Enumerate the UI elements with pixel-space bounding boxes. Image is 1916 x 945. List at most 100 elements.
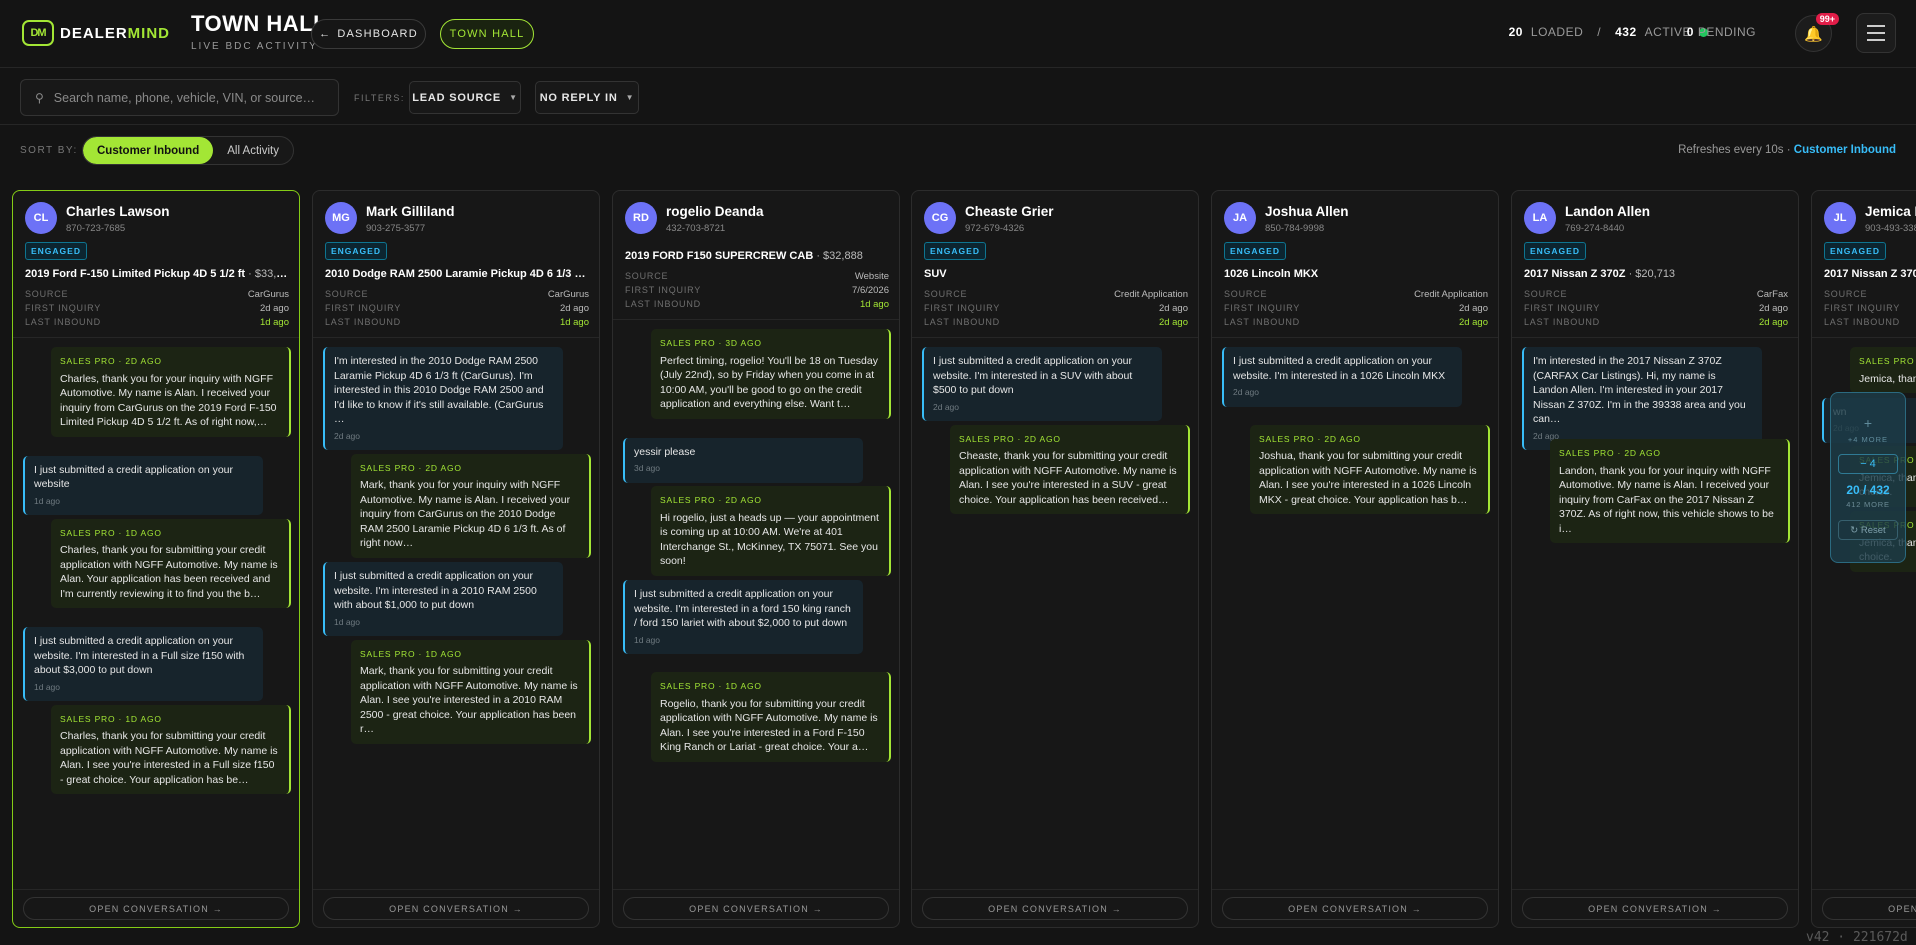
lead-card[interactable]: MG Mark Gilliland 903-275-3577 ENGAGED 2010 … [312,190,600,928]
search-input[interactable] [53,90,324,105]
customer-name[interactable]: rogelio Deanda [666,204,764,219]
message-text: I just submitted a credit application on… [1233,355,1446,382]
lead-card[interactable]: LA Landon Allen 769-274-8440 ENGAGED 2017 Ni… [1511,190,1799,928]
card-divider [313,337,599,338]
brand-logo[interactable]: DM DEALERMIND [22,18,170,48]
message-text: Jemica, thanl [1859,372,1916,385]
message-tag: SALES PRO · 3D [1859,356,1916,366]
open-conversation-button[interactable]: OPEN CONVERSATION → [1222,897,1488,920]
customer-phone: 903-493-338 [1865,223,1916,234]
customer-name[interactable]: Landon Allen [1565,204,1650,219]
lead-card[interactable]: JA Joshua Allen 850-784-9998 ENGAGED 1026 Li… [1211,190,1499,928]
dashboard-button[interactable]: ← DASHBOARD [311,19,426,49]
avatar: RD [625,202,657,234]
customer-phone: 903-275-3577 [366,223,426,234]
outbound-message: SALES PRO · 3D Jemica, thanl [1850,347,1916,393]
inbound-message: yessir please 3d ago [623,437,863,483]
card-footer: OPEN CONVERSATION → [313,889,599,927]
outbound-message: SALES PRO · 2D AGO Joshua, thank you for … [1250,424,1490,514]
no-reply-dropdown[interactable]: NO REPLY IN ▼ [535,81,639,114]
message-text: Rogelio, thank you for submitting your c… [660,697,878,754]
lead-card[interactable]: RD rogelio Deanda 432-703-8721 2019 FORD F1… [612,190,900,928]
first-inquiry-row: FIRST INQUIRY 2d ago [325,303,589,314]
search-box[interactable]: ⚲ [20,79,339,116]
notification-badge: 99+ [1815,13,1839,25]
status-badge: ENGAGED [325,242,387,260]
lead-card[interactable]: CL Charles Lawson 870-723-7685 ENGAGED 2019 … [12,190,300,928]
open-conversation-button[interactable]: OPEN CONVERSATION → [922,897,1188,920]
card-footer: OPEN CONVERSATION → [613,889,899,927]
vehicle-title: 2017 Nissan Z 370Z · $20,713 [1524,268,1676,280]
first-inquiry-row: FIRST INQUIRY [1824,303,1901,313]
card-footer: OPEN CONVERSATION → [13,889,299,927]
brand-name: DEALERMIND [60,24,170,42]
source-row: SOURCE CarGurus [325,289,589,300]
more-top-label: +4 MORE [1847,435,1889,444]
reset-button[interactable]: ↻ Reset [1838,520,1898,540]
open-conversation-button[interactable]: OPEN CONVERSATION → [23,897,289,920]
pending-stat: 0 PENDING [1686,25,1756,39]
last-inbound-row: LAST INBOUND 1d ago [625,299,889,310]
outbound-message: SALES PRO · 1D AGO Rogelio, thank you for… [651,672,891,762]
top-header: DM DEALERMIND TOWN HALL LIVE BDC ACTIVIT… [0,0,1916,68]
customer-name[interactable]: Cheaste Grier [965,204,1054,219]
outbound-message: SALES PRO · 2D AGO Charles, thank you for… [51,347,291,437]
card-footer: OPEN CONVERSATION → [912,889,1198,927]
customer-name[interactable]: Jemica L [1865,204,1916,219]
open-conversation-button[interactable]: OPEN CONVERSATION → [323,897,589,920]
sort-all-activity[interactable]: All Activity [213,137,293,164]
open-conversation-button[interactable]: OPEN CONVERSATION → [623,897,889,920]
inbound-message: I just submitted a credit application on… [23,455,263,515]
load-stats: 20 LOADED / 432 ACTIVE [1509,25,1708,39]
avatar: JL [1824,202,1856,234]
card-footer: OPEN CONVERSATION → [1512,889,1798,927]
avatar: CL [25,202,57,234]
sort-label: SORT BY: [20,145,78,156]
message-tag: SALES PRO · 2D AGO [360,462,462,473]
open-conversation-button[interactable]: OPEN CONVERSATION → [1822,897,1916,920]
source-row: SOURCE [1824,289,1868,299]
avatar: MG [325,202,357,234]
title-block: TOWN HALL LIVE BDC ACTIVITY [191,11,327,52]
sort-bar: SORT BY: Customer Inbound All Activity R… [0,126,1916,174]
first-inquiry-row: FIRST INQUIRY 2d ago [924,303,1188,314]
load-more-top-button[interactable]: + [1864,415,1872,431]
menu-button[interactable] [1856,13,1896,53]
lead-card[interactable]: CG Cheaste Grier 972-679-4326 ENGAGED SUV SOU… [911,190,1199,928]
message-text: Landon, thank you for your inquiry with … [1559,464,1774,535]
status-badge: ENGAGED [924,242,986,260]
notifications-button[interactable]: 🔔 99+ [1795,13,1839,52]
customer-name[interactable]: Charles Lawson [66,204,170,219]
sort-customer-inbound[interactable]: Customer Inbound [83,137,214,164]
card-divider [1512,337,1798,338]
customer-name[interactable]: Joshua Allen [1265,204,1349,219]
logo-mark-icon: DM [22,20,54,46]
chevron-down-icon: ▼ [509,93,518,102]
last-inbound-row: LAST INBOUND 1d ago [25,317,289,328]
lead-board: CL Charles Lawson 870-723-7685 ENGAGED 2019 … [0,190,1916,928]
message-tag: SALES PRO · 1D AGO [60,713,162,724]
show-less-button[interactable]: − 4 [1838,454,1898,474]
message-text: Mark, thank you for submitting your cred… [360,665,578,735]
card-divider [13,337,299,338]
source-row: SOURCE CarGurus [25,289,289,300]
lead-source-dropdown[interactable]: LEAD SOURCE ▼ [409,81,521,114]
outbound-message: SALES PRO · 2D AGO Landon, thank you for … [1550,439,1790,543]
customer-name[interactable]: Mark Gilliland [366,204,455,219]
customer-phone: 870-723-7685 [66,223,126,234]
message-tag: SALES PRO · 3D AGO [660,338,762,348]
message-tag: SALES PRO · 2D AGO [60,356,162,366]
last-inbound-row: LAST INBOUND 2d ago [1224,317,1488,328]
inbound-message: I just submitted a credit application on… [23,627,263,701]
message-text: I'm interested in the 2017 Nissan Z 370Z… [1533,355,1746,425]
open-conversation-button[interactable]: OPEN CONVERSATION → [1522,897,1788,920]
vehicle-title: 2017 Nissan Z 370Z [1824,268,1916,280]
refresh-info: Refreshes every 10s · Customer Inbound [1678,144,1896,156]
page-subtitle: LIVE BDC ACTIVITY [191,41,318,52]
message-time: 1d ago [634,634,660,645]
status-badge: ENGAGED [1224,242,1286,260]
message-time: 2d ago [334,430,360,441]
source-row: SOURCE Credit Application [1224,289,1488,300]
townhall-button[interactable]: TOWN HALL [440,19,534,49]
outbound-message: SALES PRO · 3D AGO Perfect timing, rogeli… [651,329,891,419]
